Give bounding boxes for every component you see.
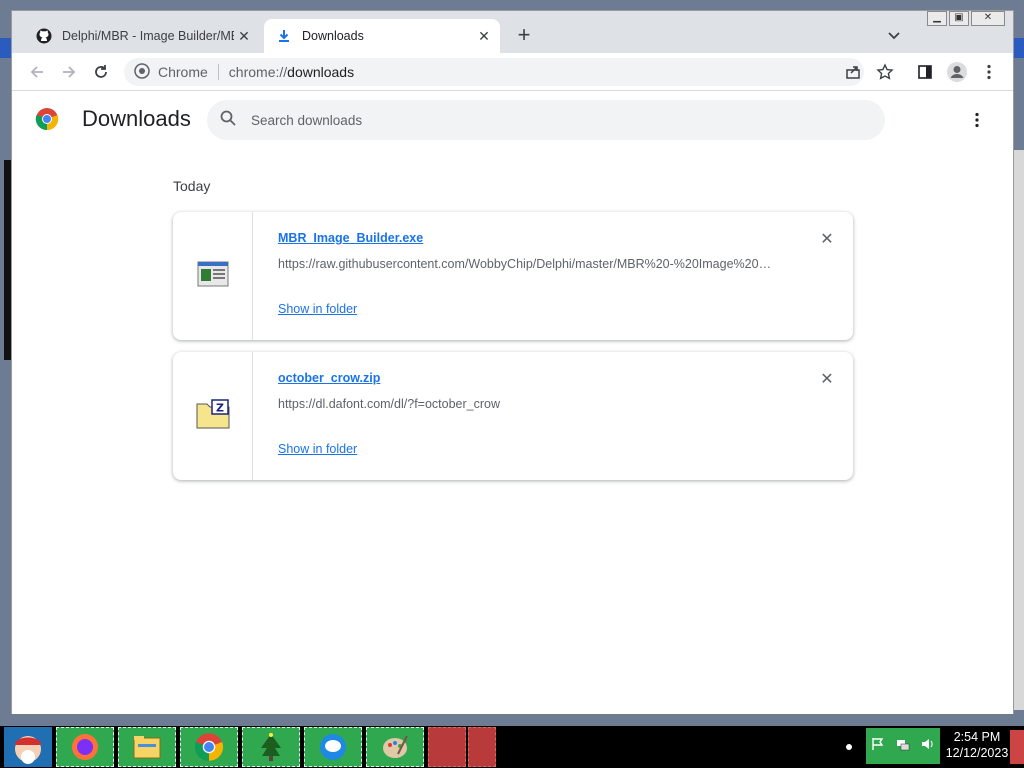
taskbar: 2:54 PM 12/12/2023 bbox=[0, 726, 1024, 768]
tab-title: Downloads bbox=[302, 29, 364, 43]
tab-title: Delphi/MBR - Image Builder/MBR bbox=[62, 29, 234, 43]
start-button[interactable] bbox=[4, 727, 52, 767]
chrome-site-icon bbox=[134, 62, 150, 82]
profile-avatar-icon[interactable] bbox=[946, 61, 968, 83]
search-input[interactable] bbox=[251, 112, 851, 128]
minimize-button[interactable]: ▁ bbox=[927, 11, 947, 26]
firefox-taskbar-icon[interactable] bbox=[56, 727, 114, 767]
file-icon-area bbox=[173, 212, 253, 340]
forward-arrow-icon[interactable] bbox=[58, 61, 80, 83]
file-name-link[interactable]: MBR_Image_Builder.exe bbox=[278, 231, 423, 245]
chevron-down-icon[interactable] bbox=[884, 25, 904, 45]
url-path: downloads bbox=[287, 64, 355, 80]
file-name-link[interactable]: october_crow.zip bbox=[278, 371, 380, 385]
show-in-folder-link[interactable]: Show in folder bbox=[278, 302, 357, 316]
tree-app-taskbar-icon[interactable] bbox=[242, 727, 300, 767]
system-clock[interactable]: 2:54 PM 12/12/2023 bbox=[944, 729, 1010, 765]
downloads-page: Downloads Today bbox=[12, 92, 1013, 714]
site-label: Chrome bbox=[158, 64, 208, 80]
window-controls: ▁ ▣ ✕ bbox=[927, 11, 1005, 26]
source-url: https://raw.githubusercontent.com/WobbyC… bbox=[278, 257, 778, 271]
tab-strip: Delphi/MBR - Image Builder/MBR ✕ Downloa… bbox=[12, 11, 1013, 53]
page-title: Downloads bbox=[82, 106, 191, 131]
address-bar[interactable]: Chrome chrome://downloads bbox=[124, 58, 864, 86]
search-downloads-box[interactable] bbox=[207, 100, 885, 140]
file-explorer-taskbar-icon[interactable] bbox=[118, 727, 176, 767]
file-icon-area: Z bbox=[173, 352, 253, 480]
url-scheme: chrome:// bbox=[228, 64, 288, 80]
zip-file-icon: Z bbox=[196, 398, 230, 434]
close-icon[interactable]: ✕ bbox=[817, 369, 837, 389]
close-icon[interactable]: ✕ bbox=[817, 229, 837, 249]
source-url: https://dl.dafont.com/dl/?f=october_crow bbox=[278, 397, 500, 411]
paint-taskbar-icon[interactable] bbox=[366, 727, 424, 767]
back-arrow-icon[interactable] bbox=[26, 61, 48, 83]
divider bbox=[217, 64, 219, 80]
messenger-taskbar-icon[interactable] bbox=[304, 727, 362, 767]
new-tab-button[interactable]: + bbox=[512, 24, 536, 48]
svg-text:Z: Z bbox=[216, 401, 224, 414]
reload-icon[interactable] bbox=[90, 61, 112, 83]
more-menu-icon[interactable] bbox=[978, 61, 1000, 83]
show-in-folder-link[interactable]: Show in folder bbox=[278, 442, 357, 456]
browser-toolbar: Chrome chrome://downloads bbox=[12, 53, 1013, 91]
search-icon bbox=[219, 109, 237, 132]
taskbar-item[interactable] bbox=[428, 727, 466, 767]
maximize-button[interactable]: ▣ bbox=[949, 11, 969, 26]
close-icon[interactable]: ✕ bbox=[234, 26, 254, 46]
download-item: Z october_crow.zip https://dl.dafont.com… bbox=[173, 352, 853, 480]
browser-window: Delphi/MBR - Image Builder/MBR ✕ Downloa… bbox=[11, 10, 1014, 714]
volume-icon[interactable] bbox=[921, 737, 935, 756]
system-tray bbox=[866, 728, 940, 764]
date-heading: Today bbox=[173, 178, 211, 194]
flag-icon[interactable] bbox=[871, 737, 885, 756]
close-icon[interactable]: ✕ bbox=[474, 26, 494, 46]
chrome-logo-icon bbox=[35, 107, 59, 131]
exe-file-icon bbox=[197, 261, 229, 292]
page-header: Downloads bbox=[12, 92, 1013, 148]
clock-time: 2:54 PM bbox=[953, 730, 1001, 744]
tab-downloads[interactable]: Downloads ✕ bbox=[264, 19, 500, 53]
download-icon bbox=[276, 28, 292, 44]
taskbar-item[interactable] bbox=[468, 727, 496, 767]
more-actions-icon[interactable] bbox=[965, 108, 989, 132]
bookmark-star-icon[interactable] bbox=[874, 61, 896, 83]
download-item: MBR_Image_Builder.exe https://raw.github… bbox=[173, 212, 853, 340]
github-icon bbox=[36, 28, 52, 44]
close-window-button[interactable]: ✕ bbox=[971, 11, 1005, 26]
chrome-taskbar-icon[interactable] bbox=[180, 727, 238, 767]
share-icon[interactable] bbox=[842, 61, 864, 83]
show-desktop-button[interactable] bbox=[1010, 730, 1024, 764]
network-icon[interactable] bbox=[896, 737, 910, 756]
clock-date: 12/12/2023 bbox=[945, 746, 1009, 760]
tray-indicator bbox=[846, 744, 852, 750]
side-panel-icon[interactable] bbox=[914, 61, 936, 83]
tab-github[interactable]: Delphi/MBR - Image Builder/MBR ✕ bbox=[24, 19, 260, 53]
